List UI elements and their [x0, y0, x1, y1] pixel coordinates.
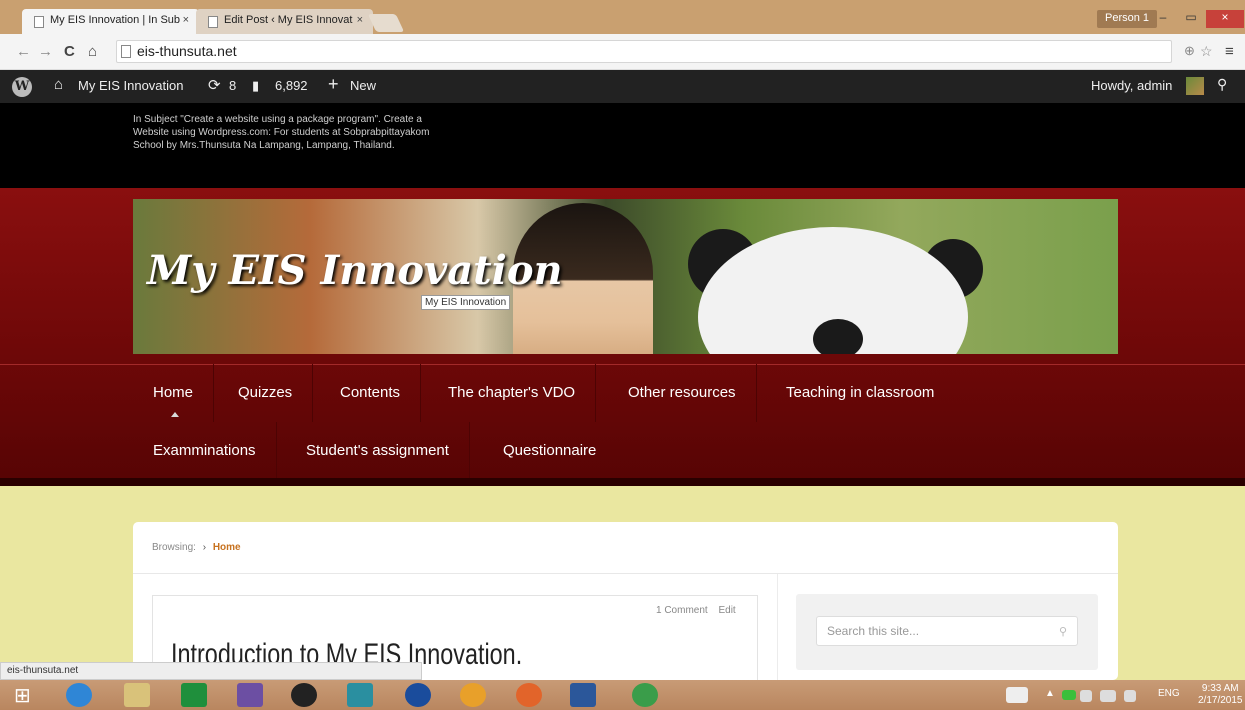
home-icon[interactable]: ⌂: [88, 43, 97, 60]
browser-toolbar: ← → C ⌂ eis-thunsuta.net ⊕ ☆ ≡: [0, 34, 1245, 70]
wp-admin-bar: W ⌂ My EIS Innovation ⟳ 8 ▮ 6,892 + New …: [0, 70, 1245, 103]
zoom-icon[interactable]: ⊕: [1184, 43, 1195, 59]
tab-my-eis-innovation[interactable]: My EIS Innovation | In Sub ×: [22, 9, 199, 34]
header-banner-image[interactable]: My EIS Innovation: [133, 199, 1118, 354]
projector-icon[interactable]: [347, 683, 373, 707]
menu-item-questionnaire[interactable]: Questionnaire: [483, 422, 616, 480]
maximize-button[interactable]: ▭: [1178, 10, 1204, 28]
sidebar-divider: [777, 574, 778, 680]
chrome-icon[interactable]: [632, 683, 658, 707]
menu-item-teaching-in-classroom[interactable]: Teaching in classroom: [766, 364, 954, 422]
breadcrumb-current[interactable]: Home: [213, 542, 241, 553]
reload-icon[interactable]: C: [64, 43, 75, 60]
updates-icon[interactable]: ⟳: [208, 76, 221, 94]
page-icon: [121, 45, 131, 58]
add-new-icon[interactable]: +: [328, 74, 339, 95]
chrome-menu-icon[interactable]: ≡: [1225, 43, 1234, 60]
site-title[interactable]: My EIS Innovation: [147, 247, 563, 294]
comments-count[interactable]: 6,892: [275, 78, 308, 93]
divider: [133, 573, 1118, 574]
avatar[interactable]: [1186, 77, 1204, 95]
paint-icon[interactable]: [237, 683, 263, 707]
breadcrumb: Browsing: › Home: [152, 542, 241, 553]
page-icon: [34, 16, 44, 28]
menu-item-chapter-vdo[interactable]: The chapter's VDO: [428, 364, 597, 422]
tab-edit-post[interactable]: Edit Post ‹ My EIS Innovat ×: [196, 9, 373, 34]
url-text: eis-thunsuta.net: [137, 43, 237, 59]
start-icon[interactable]: ⊞: [14, 683, 31, 708]
current-menu-indicator: [171, 412, 179, 417]
search-input[interactable]: Search this site... ⚲: [816, 616, 1078, 646]
menu-item-quizzes[interactable]: Quizzes: [218, 364, 314, 422]
close-tab-icon[interactable]: ×: [183, 14, 189, 26]
menu-bottom-border: [0, 478, 1245, 486]
keyboard-icon[interactable]: [1006, 687, 1028, 703]
show-hidden-icons[interactable]: ▲: [1045, 688, 1055, 699]
new-content-link[interactable]: New: [350, 78, 376, 93]
firefox-icon[interactable]: [516, 683, 542, 707]
search-icon[interactable]: ⚲: [1059, 625, 1067, 638]
menu-item-other-resources[interactable]: Other resources: [608, 364, 757, 422]
search-placeholder: Search this site...: [827, 624, 920, 638]
forward-icon[interactable]: →: [38, 43, 53, 60]
clock-time: 9:33 AM: [1201, 683, 1239, 694]
menu-item-examminations[interactable]: Examminations: [133, 422, 277, 480]
browser-title-bar: My EIS Innovation | In Sub × Edit Post ‹…: [0, 0, 1245, 34]
system-clock[interactable]: 9:33 AM 2/17/2015: [1198, 683, 1243, 707]
search-icon[interactable]: ⚲: [1217, 76, 1227, 93]
battery-icon[interactable]: [1080, 690, 1092, 702]
edit-post-link[interactable]: Edit: [718, 605, 735, 616]
profile-button[interactable]: Person 1: [1097, 10, 1158, 28]
breadcrumb-prefix: Browsing:: [152, 542, 196, 553]
minimize-button[interactable]: –: [1150, 10, 1176, 28]
new-tab-button[interactable]: [367, 14, 405, 32]
clock-date: 2/17/2015: [1198, 695, 1243, 706]
tab-label: Edit Post ‹ My EIS Innovat: [224, 14, 353, 26]
store-icon[interactable]: [181, 683, 207, 707]
post-meta: 1 Comment Edit: [656, 605, 736, 616]
language-indicator[interactable]: ENG: [1158, 688, 1180, 699]
word-icon[interactable]: [570, 683, 596, 707]
file-explorer-icon[interactable]: [124, 683, 150, 707]
hp-icon[interactable]: [405, 683, 431, 707]
bookmark-star-icon[interactable]: ☆: [1200, 43, 1213, 60]
wordpress-logo-icon[interactable]: W: [12, 77, 32, 97]
menu-item-students-assignment[interactable]: Student's assignment: [286, 422, 470, 480]
internet-explorer-icon[interactable]: [66, 683, 92, 707]
volume-icon[interactable]: [1124, 690, 1136, 702]
comments-link[interactable]: 1 Comment: [656, 605, 708, 616]
title-tooltip: My EIS Innovation: [421, 295, 511, 310]
media-player-icon[interactable]: [291, 683, 317, 707]
updates-count[interactable]: 8: [229, 78, 236, 93]
panda-eye: [813, 319, 863, 354]
chat-app-icon[interactable]: [460, 683, 486, 707]
tab-label: My EIS Innovation | In Sub: [50, 14, 181, 26]
status-bubble: eis-thunsuta.net: [0, 662, 422, 680]
site-description: In Subject "Create a website using a pac…: [133, 114, 430, 151]
tray-app-icon[interactable]: [1062, 690, 1076, 700]
howdy-account-link[interactable]: Howdy, admin: [1091, 78, 1172, 93]
comments-icon[interactable]: ▮: [252, 78, 259, 94]
close-tab-icon[interactable]: ×: [357, 14, 363, 26]
page-icon: [208, 16, 218, 28]
close-window-button[interactable]: ×: [1206, 10, 1244, 28]
network-icon[interactable]: [1100, 690, 1116, 702]
breadcrumb-arrow-icon: ›: [202, 542, 207, 553]
back-icon[interactable]: ←: [16, 43, 31, 60]
address-bar[interactable]: eis-thunsuta.net: [116, 40, 1172, 63]
menu-item-contents[interactable]: Contents: [320, 364, 422, 422]
home-icon: ⌂: [54, 76, 64, 93]
site-top-bar: In Subject "Create a website using a pac…: [0, 103, 1245, 188]
site-name-link[interactable]: My EIS Innovation: [78, 78, 184, 93]
windows-taskbar: ⊞ ▲ ENG: [0, 680, 1245, 710]
